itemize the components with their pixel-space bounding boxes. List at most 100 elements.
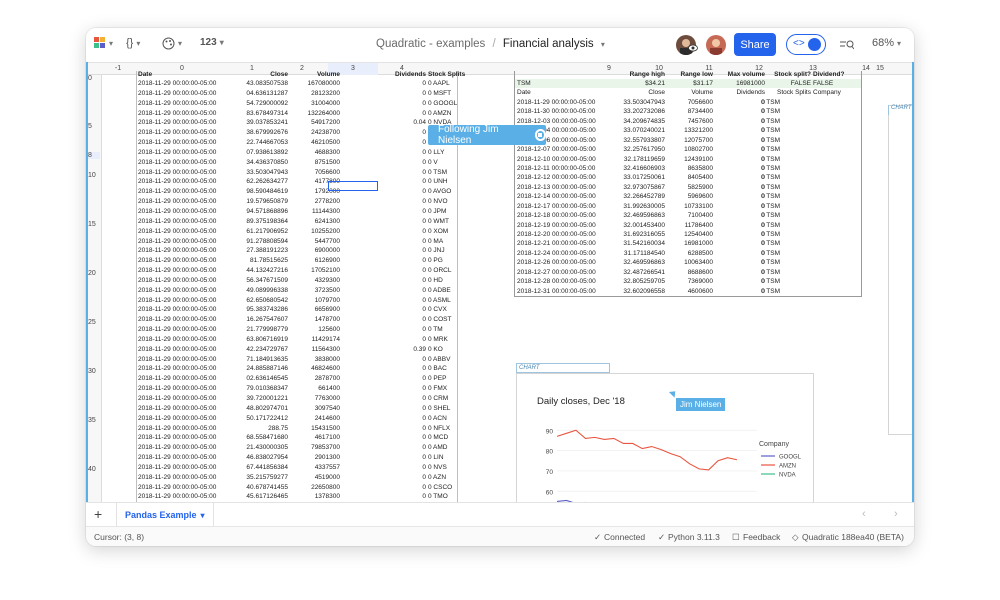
table-row[interactable]: 2018-12-21 00:00:00-05:00 31.542160034 169… [515,239,861,248]
column-header[interactable]: 15 [874,63,886,75]
table-cell[interactable]: 0 TSM [761,98,780,107]
table-cell[interactable]: 0 ABBV [428,355,450,365]
table-cell[interactable]: 0 UNH [428,177,448,187]
table-cell[interactable]: 2018-12-19 00:00:00-05:00 [517,221,596,230]
tsm-table[interactable]: Range high Range low Max volume Stock split… [514,71,862,298]
chevron-down-icon[interactable]: ▾ [201,511,205,520]
table-cell[interactable]: 0 [715,211,765,220]
table-cell[interactable]: 2018-11-29 00:00:00-05:00 [138,492,216,502]
table-cell[interactable]: 4519000 [286,473,340,483]
table-cell[interactable]: 2018-12-17 00:00:00-05:00 [517,202,596,211]
table-cell[interactable]: 33.070240021 [611,126,665,135]
table-cell[interactable]: 0 CVX [428,305,447,315]
table-row[interactable]: 2018-11-29 00:00:00-05:00 61.217906952 102… [136,227,456,237]
table-cell[interactable]: 19.579650879 [228,197,288,207]
column-heading[interactable]: Dividends [715,88,765,97]
table-cell[interactable]: 07.938613892 [228,148,288,158]
row-header[interactable]: 0 [88,75,92,82]
table-row[interactable]: 2018-11-29 00:00:00-05:00 71.184913635 383… [136,355,456,365]
table-cell[interactable]: 0 TM [428,325,443,335]
table-cell[interactable]: 0 HD [428,276,443,286]
table-cell[interactable]: 0 TSM [761,221,780,230]
table-row[interactable]: 2018-12-06 00:00:00-05:00 32.557933807 120… [515,136,861,145]
table-cell[interactable]: 62.262634277 [228,177,288,187]
summary-cell[interactable]: FALSE [763,79,811,88]
column-heading[interactable]: Company [813,88,841,97]
table-cell[interactable]: 5969600 [665,192,713,201]
table-cell[interactable]: 12439100 [665,155,713,164]
zoom-menu[interactable]: 68% ▾ [872,37,901,49]
table-row[interactable]: 2018-11-29 00:00:00-05:00 288.75 15431500 0… [136,424,456,434]
table-cell[interactable]: 32.973075867 [611,183,665,192]
column-heading[interactable]: Dividend? [813,71,844,79]
table-cell[interactable]: 2018-12-14 00:00:00-05:00 [517,192,596,201]
table-cell[interactable]: 35.215759277 [228,473,288,483]
table-cell[interactable]: 0 [358,492,426,502]
table-cell[interactable]: 2018-11-29 00:00:00-05:00 [138,276,216,286]
table-cell[interactable]: 0 AMD [428,443,448,453]
table-cell[interactable]: 2018-11-29 00:00:00-05:00 [138,109,216,119]
table-cell[interactable]: 0 [715,107,765,116]
row-header[interactable]: 30 [88,368,96,375]
table-row[interactable]: 2018-12-31 00:00:00-05:00 32.602096558 460… [515,287,861,296]
table-cell[interactable]: 0 MCD [428,433,448,443]
table-cell[interactable]: 0 LLY [428,148,445,158]
table-cell[interactable]: 0 CSCO [428,483,452,493]
table-cell[interactable]: 0 PG [428,256,443,266]
table-row[interactable]: 2018-11-29 00:00:00-05:00 68.558471680 461… [136,433,456,443]
file-name[interactable]: Financial analysis [503,38,594,50]
table-cell[interactable]: 2018-11-29 00:00:00-05:00 [138,335,216,345]
following-badge[interactable]: Following Jim Nielsen [428,124,546,146]
column-heading[interactable]: Close [228,71,288,79]
table-cell[interactable]: 2018-11-29 00:00:00-05:00 [138,99,216,109]
table-cell[interactable]: 0 [358,128,426,138]
table-cell[interactable]: 17052100 [286,266,340,276]
table-cell[interactable]: 2018-11-29 00:00:00-05:00 [138,355,216,365]
table-cell[interactable]: 2018-12-10 00:00:00-05:00 [517,155,596,164]
table-row[interactable]: 2018-12-10 00:00:00-05:00 32.178119659 124… [515,155,861,164]
table-cell[interactable]: 0 [715,136,765,145]
table-row[interactable]: 2018-11-29 00:00:00-05:00 35.215759277 451… [136,473,456,483]
table-cell[interactable]: 2018-11-29 00:00:00-05:00 [138,424,216,434]
table-cell[interactable]: 83.678497314 [228,109,288,119]
table-cell[interactable]: 0 [715,230,765,239]
row-header[interactable]: 8 [88,152,100,159]
table-row[interactable]: 2018-11-29 00:00:00-05:00 39.720001221 776… [136,394,456,404]
table-cell[interactable]: 46210500 [286,138,340,148]
table-cell[interactable]: 0 [358,364,426,374]
table-cell[interactable]: 2018-11-29 00:00:00-05:00 [138,463,216,473]
table-cell[interactable]: 0 TSM [761,249,780,258]
table-cell[interactable]: 12075700 [665,136,713,145]
table-cell[interactable]: 0 [358,197,426,207]
table-cell[interactable]: 2414600 [286,414,340,424]
table-cell[interactable]: 33.503047943 [228,168,288,178]
feedback-link[interactable]: Feedback [743,532,780,542]
table-cell[interactable]: 2018-11-29 00:00:00-05:00 [138,187,216,197]
table-cell[interactable]: 44.132427216 [228,266,288,276]
summary-row[interactable]: TSM $34.21 $31.17 16981000 FALSE FALSE [515,79,861,89]
table-cell[interactable]: 0 [358,394,426,404]
table-cell[interactable]: 32.469596863 [611,258,665,267]
table-cell[interactable]: 11429174 [286,335,340,345]
table-cell[interactable]: 1478700 [286,315,340,325]
table-cell[interactable]: 0 [358,374,426,384]
table-cell[interactable]: 0 ORCL [428,266,451,276]
spreadsheet-grid[interactable]: -1 0 1 2 3 4 9 10 11 12 13 14 15 0 5 8 1… [86,62,914,502]
code-editor-toggle[interactable]: <> [786,34,826,55]
table-cell[interactable]: 2018-12-26 00:00:00-05:00 [517,258,596,267]
companies-table[interactable]: Date Close Volume Dividends Stock Splits 2018… [136,71,465,502]
table-row[interactable]: 2018-11-29 00:00:00-05:00 46.838027954 290… [136,453,456,463]
table-cell[interactable]: 0 [358,158,426,168]
summary-cell[interactable]: $31.17 [665,79,713,88]
table-cell[interactable]: 81.78515625 [228,256,288,266]
table-cell[interactable]: 8635800 [665,164,713,173]
table-cell[interactable]: 2018-11-29 00:00:00-05:00 [138,168,216,178]
table-row[interactable]: 2018-12-11 00:00:00-05:00 32.416606903 863… [515,164,861,173]
table-cell[interactable]: 31.171184540 [611,249,665,258]
table-cell[interactable]: 2018-11-29 00:00:00-05:00 [138,394,216,404]
table-cell[interactable]: 21.430000305 [228,443,288,453]
table-cell[interactable]: 3723500 [286,286,340,296]
table-cell[interactable]: 0 JPM [428,207,446,217]
table-cell[interactable]: 0 TSM [761,192,780,201]
table-cell[interactable]: 0 TSM [761,258,780,267]
